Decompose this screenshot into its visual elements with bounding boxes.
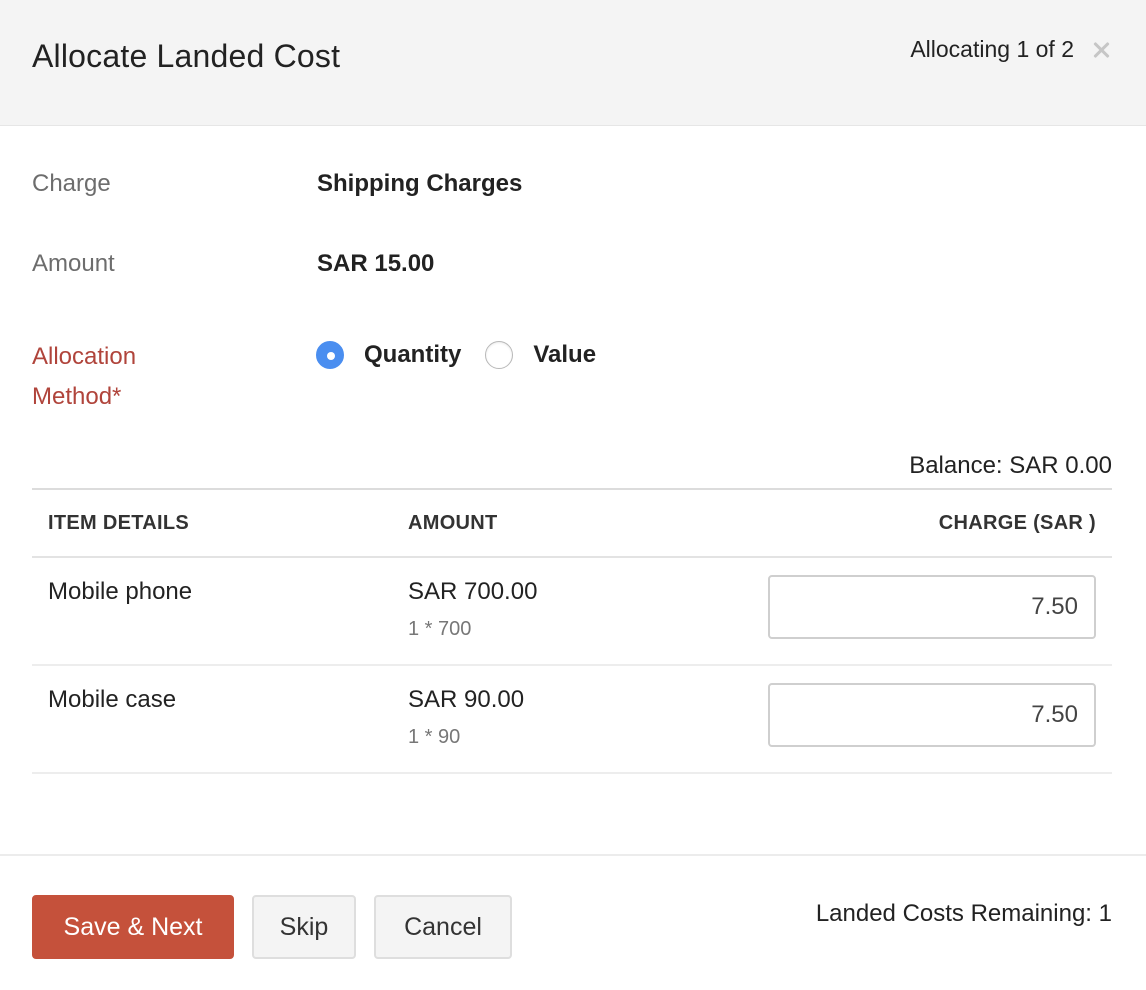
charge-input[interactable] bbox=[768, 683, 1096, 747]
header-right: Allocating 1 of 2 bbox=[910, 36, 1112, 63]
close-icon[interactable] bbox=[1090, 39, 1112, 61]
radio-option-quantity[interactable]: Quantity bbox=[316, 341, 461, 369]
column-header-charge: CHARGE (SAR ) bbox=[938, 512, 1096, 534]
column-header-amount: AMOUNT bbox=[408, 512, 498, 534]
radio-value[interactable] bbox=[485, 341, 514, 369]
landed-costs-remaining: Landed Costs Remaining: 1 bbox=[815, 900, 1112, 927]
balance: Balance: SAR 0.00 bbox=[909, 452, 1112, 479]
table-header: ITEM DETAILS AMOUNT CHARGE (SAR ) bbox=[32, 490, 1112, 558]
modal-title: Allocate Landed Cost bbox=[32, 38, 341, 74]
radio-option-value[interactable]: Value bbox=[485, 341, 596, 369]
modal-header: Allocate Landed Cost Allocating 1 of 2 bbox=[0, 0, 1146, 126]
save-next-button[interactable]: Save & Next bbox=[32, 895, 234, 959]
item-amount: SAR 700.00 bbox=[408, 578, 538, 605]
table-row: Mobile case SAR 90.00 1 * 90 bbox=[32, 666, 1112, 774]
table-row: Mobile phone SAR 700.00 1 * 700 bbox=[32, 558, 1112, 666]
cancel-button[interactable]: Cancel bbox=[374, 895, 512, 959]
item-amount: SAR 90.00 bbox=[408, 686, 525, 713]
allocation-progress: Allocating 1 of 2 bbox=[910, 36, 1074, 62]
item-name: Mobile case bbox=[48, 686, 177, 713]
radio-quantity[interactable] bbox=[316, 341, 344, 369]
charge-label: Charge bbox=[32, 170, 111, 197]
charge-value: Shipping Charges bbox=[317, 170, 523, 197]
modal-footer: Save & Next Skip Cancel Landed Costs Rem… bbox=[0, 854, 1146, 990]
allocation-table: ITEM DETAILS AMOUNT CHARGE (SAR ) Mobile… bbox=[32, 488, 1112, 774]
charge-input[interactable] bbox=[768, 575, 1096, 639]
skip-button[interactable]: Skip bbox=[252, 895, 356, 959]
amount-value: SAR 15.00 bbox=[317, 250, 435, 277]
radio-label-quantity: Quantity bbox=[364, 341, 462, 368]
allocation-method-radio-group: Quantity Value bbox=[316, 341, 620, 369]
item-calculation: 1 * 90 bbox=[408, 726, 461, 748]
column-header-item-details: ITEM DETAILS bbox=[48, 512, 190, 534]
radio-label-value: Value bbox=[533, 341, 597, 368]
item-name: Mobile phone bbox=[48, 578, 193, 605]
amount-label: Amount bbox=[32, 250, 115, 277]
allocation-method-label: Allocation Method* bbox=[32, 343, 137, 410]
item-calculation: 1 * 700 bbox=[408, 618, 472, 640]
